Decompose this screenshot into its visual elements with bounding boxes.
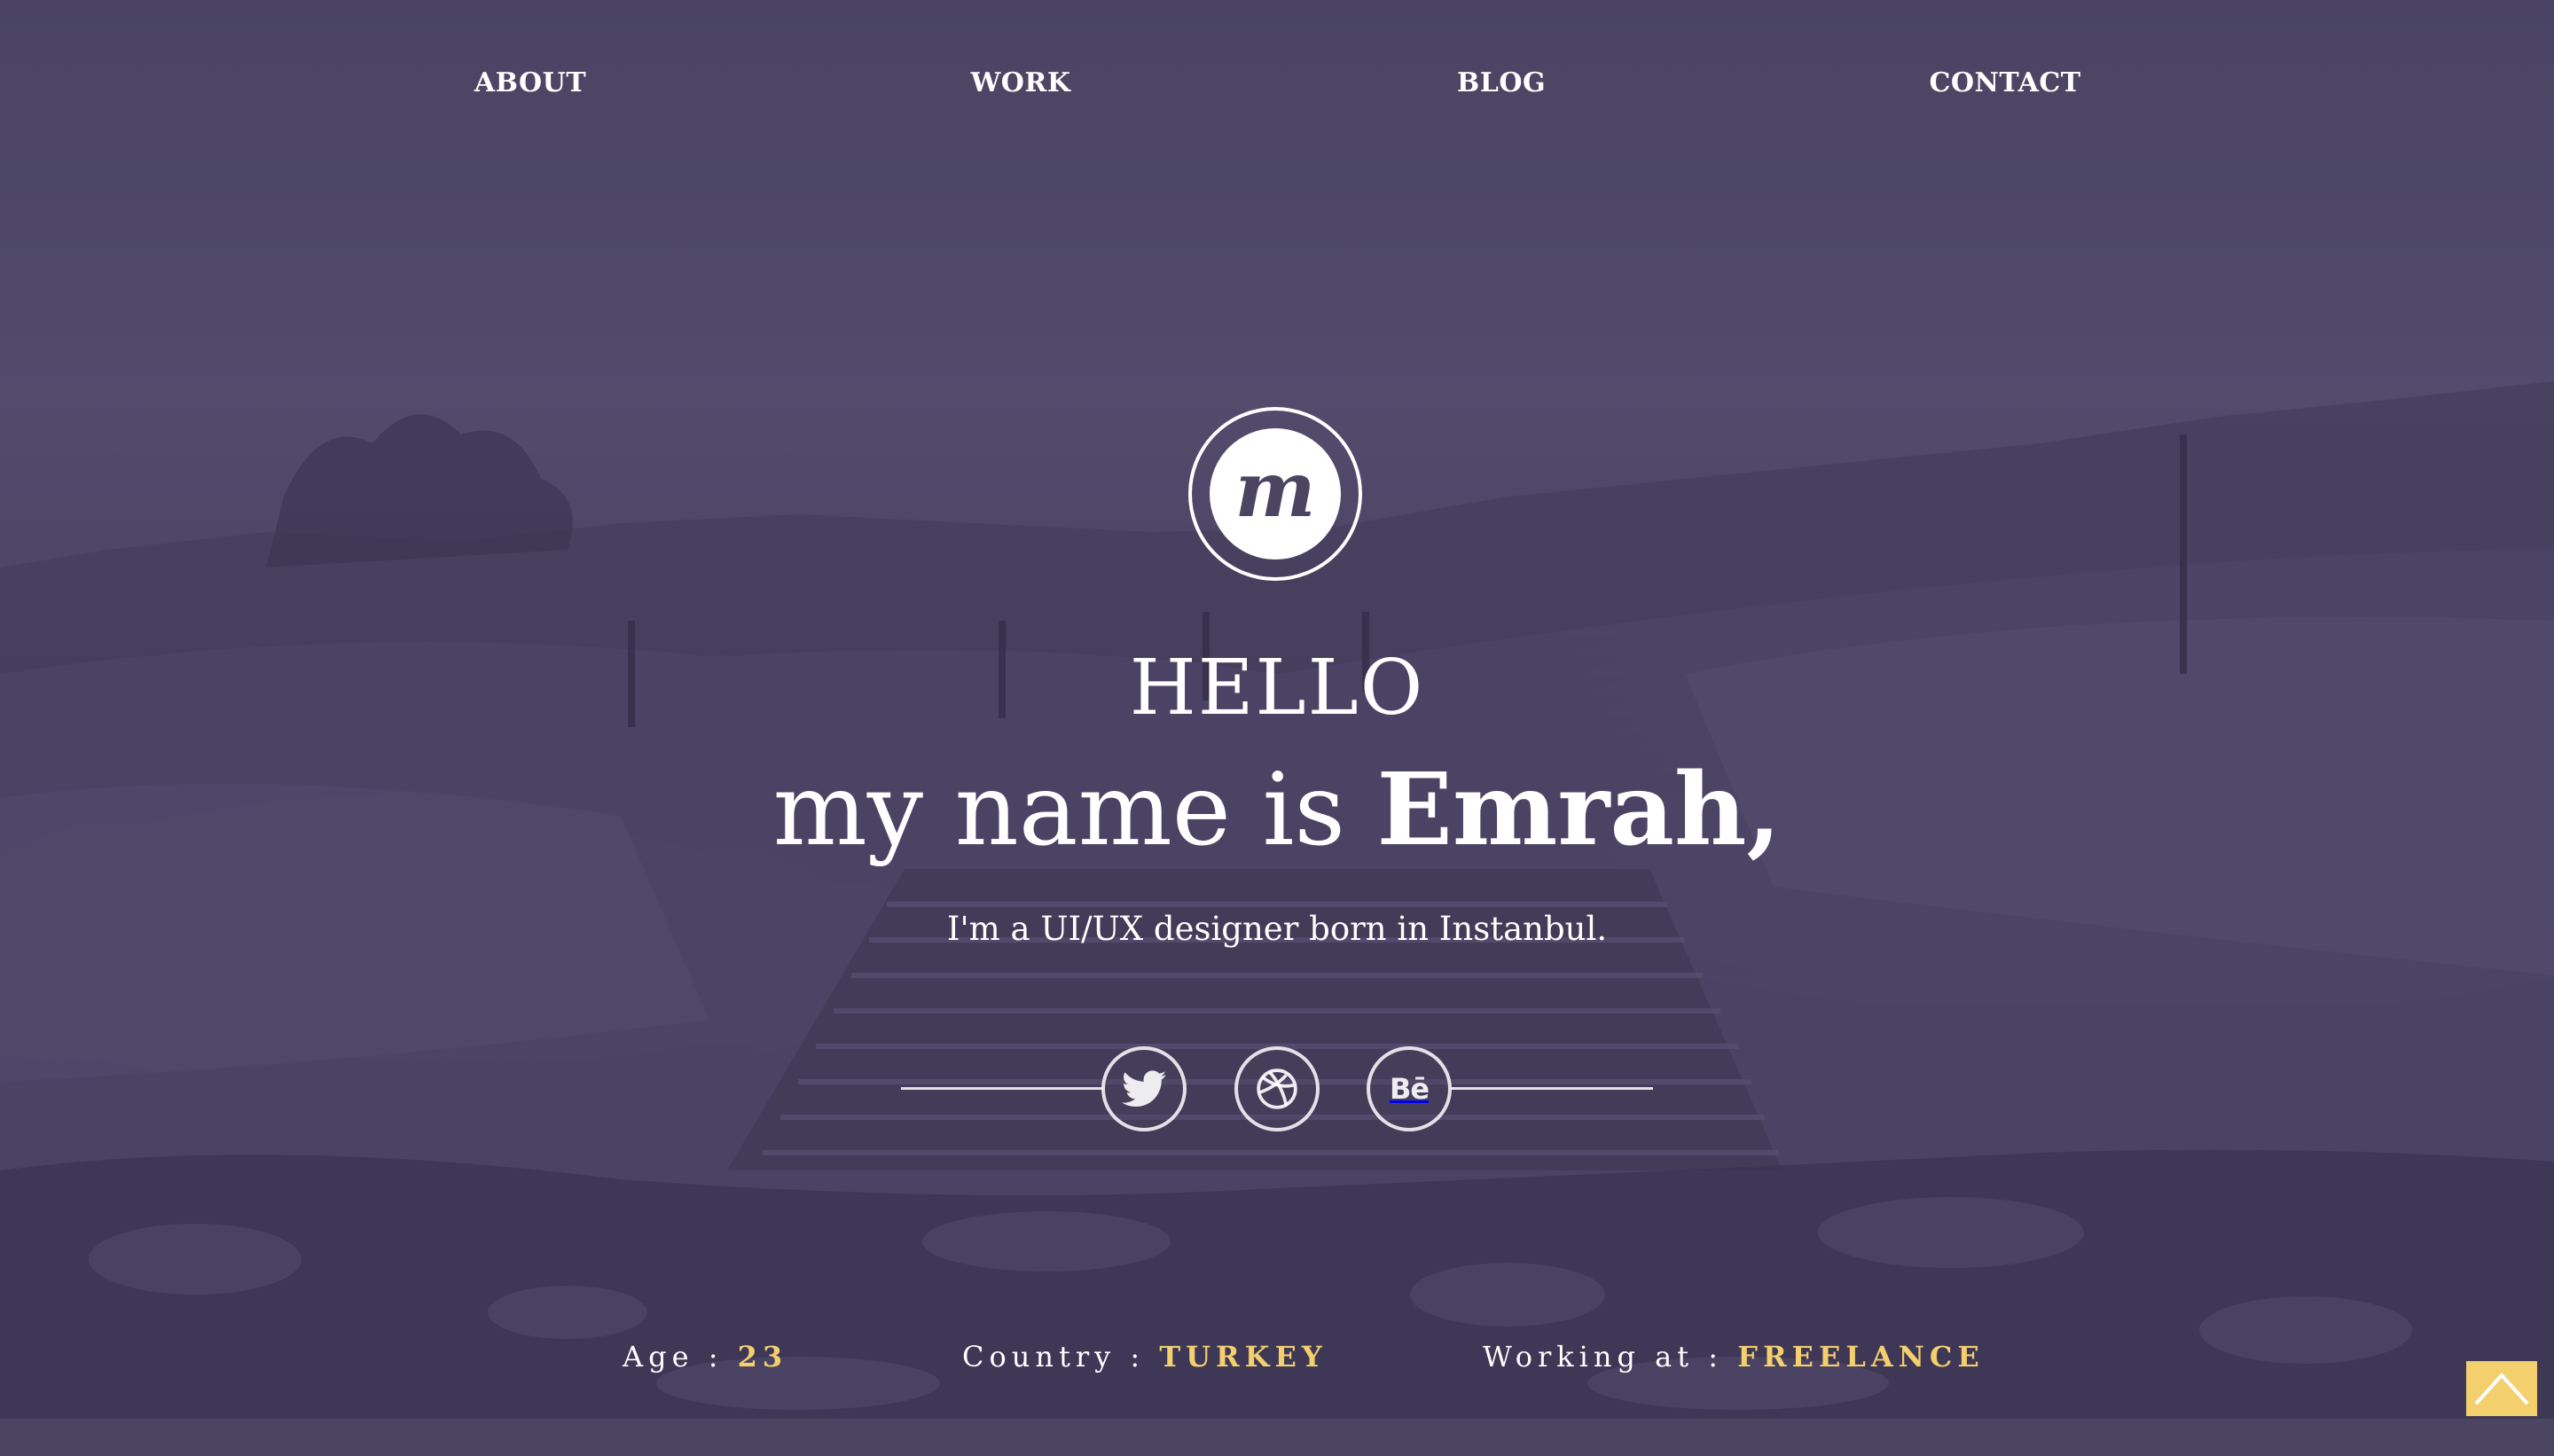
info-age: Age : 23 (623, 1337, 787, 1376)
hello-heading: HELLO (1129, 644, 1425, 732)
name-prefix: my name is (772, 753, 1377, 868)
country-value: TURKEY (1159, 1340, 1328, 1374)
chevron-up-icon (2474, 1373, 2529, 1405)
behance-button[interactable]: Bē (1367, 1046, 1452, 1131)
social-divider-right (1451, 1087, 1653, 1090)
nav-blog[interactable]: BLOG (1457, 67, 1546, 98)
social-divider-left (901, 1087, 1103, 1090)
work-value: FREELANCE (1737, 1340, 1985, 1374)
logo-letter: m (1234, 445, 1316, 535)
tagline: I'm a UI/UX designer born in Instanbul. (946, 910, 1608, 948)
age-value: 23 (737, 1340, 788, 1374)
info-country: Country : TURKEY (962, 1337, 1328, 1376)
logo[interactable]: m (1188, 407, 1362, 581)
behance-icon: Bē (1389, 1072, 1430, 1106)
name-heading: my name is Emrah, (0, 750, 2554, 871)
age-label: Age : (623, 1340, 738, 1374)
work-label: Working at : (1483, 1340, 1738, 1374)
nav-about[interactable]: ABOUT (474, 67, 586, 98)
twitter-bird-icon (1122, 1070, 1166, 1107)
logo-monogram-icon: m (1210, 428, 1341, 560)
twitter-button[interactable] (1101, 1046, 1187, 1131)
country-label: Country : (962, 1340, 1160, 1374)
dribbble-ball-icon (1257, 1069, 1297, 1109)
name-emphasis: Emrah, (1376, 752, 1782, 868)
info-working-at: Working at : FREELANCE (1483, 1337, 1985, 1376)
back-to-top-button[interactable] (2466, 1361, 2537, 1416)
main-nav: ABOUT WORK BLOG CONTACT (0, 67, 2554, 110)
page-footer-band (0, 1419, 2554, 1456)
nav-contact[interactable]: CONTACT (1929, 67, 2080, 98)
dribbble-button[interactable] (1234, 1046, 1320, 1131)
nav-work[interactable]: WORK (971, 67, 1071, 98)
